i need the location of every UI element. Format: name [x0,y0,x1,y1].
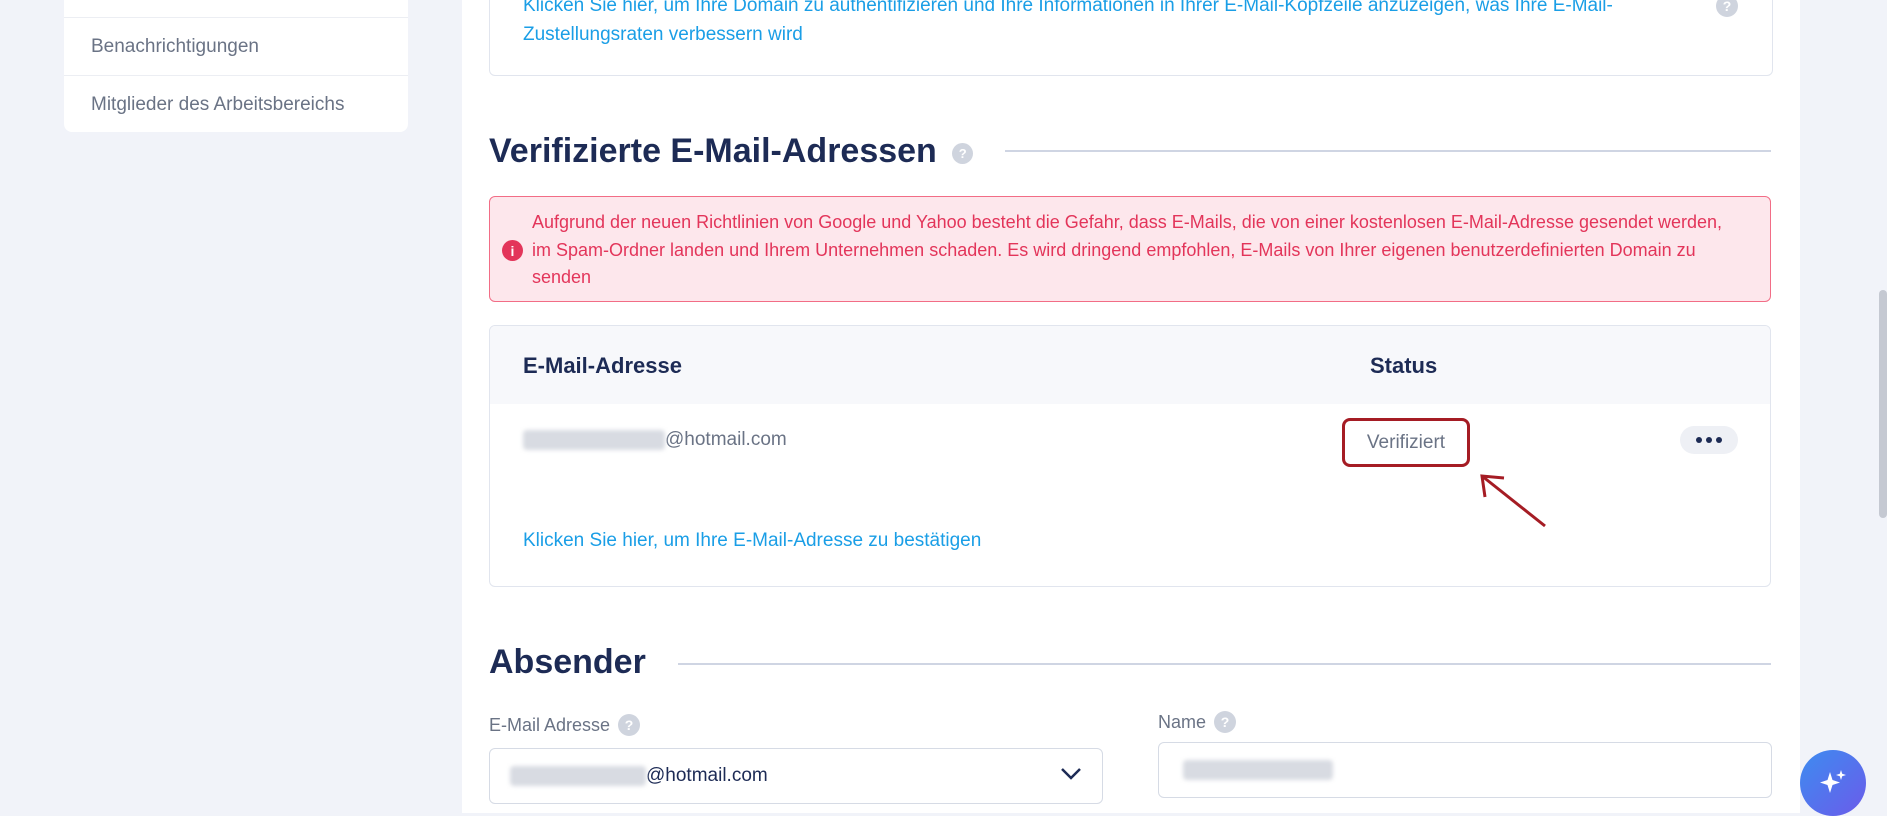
verified-emails-table: E-Mail-Adresse Status @hotmail.com Verif… [489,325,1771,587]
redacted-email-local [523,430,665,450]
name-field-label: Name ? [1158,711,1237,733]
help-icon[interactable]: ? [952,142,974,164]
sidebar-item-notifications[interactable]: Benachrichtigungen [64,17,408,75]
ai-assistant-button[interactable] [1800,750,1866,816]
status-text: Verifiziert [1366,431,1446,453]
verify-email-link[interactable]: Klicken Sie hier, um Ihre E-Mail-Adresse… [523,530,981,552]
column-header-status: Status [1370,353,1438,378]
label-text: Name [1158,711,1207,732]
help-icon[interactable]: ? [1716,0,1738,17]
alert-message: Aufgrund der neuen Richtlinien von Googl… [532,212,1723,287]
label-text: E-Mail Adresse [489,714,611,735]
column-header-email: E-Mail-Adresse [523,353,682,378]
help-icon[interactable]: ? [618,714,641,736]
spam-warning-alert: i Aufgrund der neuen Richtlinien von Goo… [489,196,1771,302]
main-panel: Klicken Sie hier, um Ihre Domain zu auth… [462,0,1800,813]
status-badge: Verifiziert [1342,418,1470,467]
section-divider [678,663,1771,665]
more-options-button[interactable] [1680,426,1738,454]
dot [1706,437,1712,443]
sender-name-field[interactable] [1158,742,1772,798]
chevron-down-icon [1061,768,1081,780]
settings-sidebar: Benachrichtigungen Mitglieder des Arbeit… [64,0,408,132]
table-header: E-Mail-Adresse Status [490,326,1770,404]
scrollbar-thumb[interactable] [1879,290,1887,518]
redacted-email-local [510,766,646,786]
sender-title: Absender [489,643,646,681]
sidebar-item-workspace-members[interactable]: Mitglieder des Arbeitsbereichs [64,75,408,133]
sender-email-select[interactable]: @hotmail.com [489,748,1103,804]
section-divider [1005,150,1771,152]
sidebar-item-label: Mitglieder des Arbeitsbereichs [91,93,345,115]
email-domain: @hotmail.com [665,429,787,450]
email-field-label: E-Mail Adresse ? [489,714,641,736]
section-title-text: Verifizierte E-Mail-Adressen [489,132,937,170]
dot [1716,437,1722,443]
email-cell: @hotmail.com [523,429,787,451]
email-domain: @hotmail.com [646,765,768,786]
help-icon[interactable]: ? [1214,711,1237,733]
dot [1696,437,1702,443]
sidebar-item-label: Benachrichtigungen [91,35,259,57]
select-value: @hotmail.com [510,765,768,787]
domain-auth-link[interactable]: Klicken Sie hier, um Ihre Domain zu auth… [523,0,1703,49]
domain-auth-box: Klicken Sie hier, um Ihre Domain zu auth… [489,0,1773,76]
info-icon: i [502,240,523,261]
sparkle-icon [1820,770,1846,793]
verified-emails-title: Verifizierte E-Mail-Adressen ? [489,132,974,171]
redacted-name [1183,760,1333,780]
